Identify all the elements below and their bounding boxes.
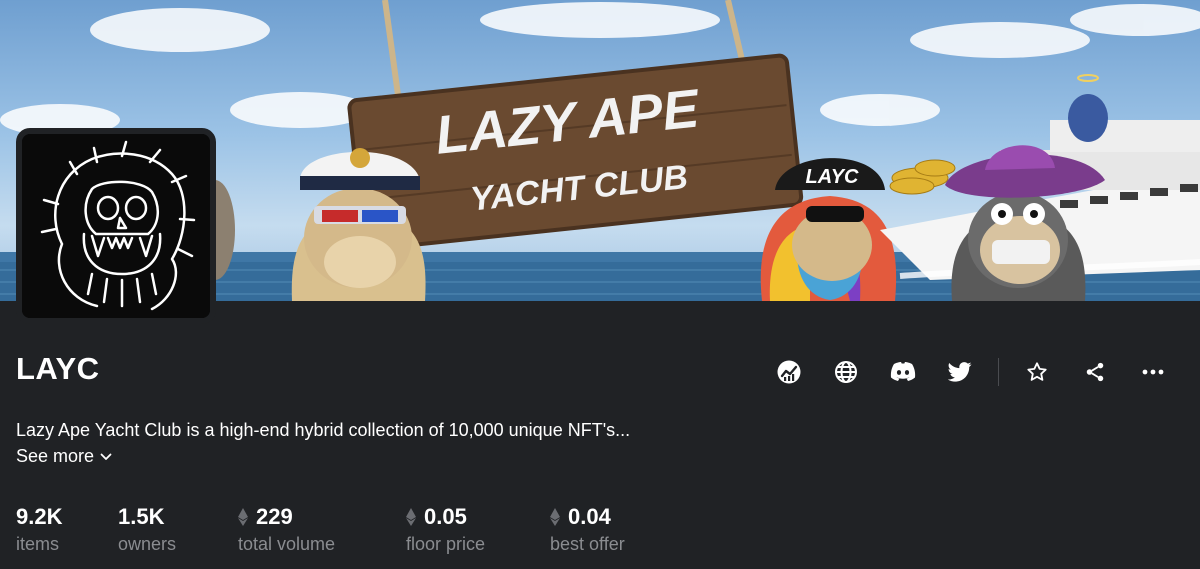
collection-actions bbox=[760, 349, 1190, 395]
collection-avatar bbox=[16, 128, 216, 324]
activity-chart-icon bbox=[777, 360, 801, 384]
star-icon bbox=[1027, 362, 1047, 381]
see-more-link[interactable]: See more bbox=[16, 446, 112, 467]
stat-owners-label: owners bbox=[118, 534, 177, 554]
chevron-down-icon bbox=[100, 453, 112, 460]
website-button[interactable] bbox=[823, 349, 869, 395]
collection-description: Lazy Ape Yacht Club is a high-end hybrid… bbox=[16, 420, 631, 440]
stat-total-volume-label: total volume bbox=[238, 534, 336, 554]
stat-best-offer[interactable]: 0.04 best offer bbox=[550, 504, 625, 555]
see-more-label: See more bbox=[16, 446, 95, 466]
banner-cap-text: LAYC bbox=[806, 166, 860, 188]
discord-icon bbox=[890, 362, 916, 381]
stat-best-offer-value: 0.04 bbox=[568, 504, 611, 529]
ape-skull-logo-icon bbox=[22, 134, 210, 318]
ethereum-icon bbox=[550, 508, 560, 526]
share-icon bbox=[1086, 362, 1104, 382]
twitter-button[interactable] bbox=[937, 349, 983, 395]
activity-button[interactable] bbox=[766, 349, 812, 395]
favorite-button[interactable] bbox=[1014, 349, 1060, 395]
stat-total-volume-value: 229 bbox=[256, 504, 293, 529]
more-options-button[interactable] bbox=[1130, 349, 1176, 395]
stat-items-value: 9.2K bbox=[16, 504, 63, 529]
stat-items[interactable]: 9.2K items bbox=[16, 504, 62, 555]
stat-items-label: items bbox=[16, 534, 60, 554]
stat-floor-price[interactable]: 0.05 floor price bbox=[406, 504, 485, 555]
globe-icon bbox=[835, 361, 857, 383]
collection-title: LAYC bbox=[16, 351, 100, 386]
stat-floor-price-value: 0.05 bbox=[424, 504, 467, 529]
more-icon bbox=[1142, 369, 1164, 375]
stat-best-offer-label: best offer bbox=[550, 534, 625, 554]
stat-owners[interactable]: 1.5K owners bbox=[118, 504, 176, 555]
actions-divider bbox=[998, 358, 999, 386]
stat-floor-price-label: floor price bbox=[406, 534, 486, 554]
ethereum-icon bbox=[406, 508, 416, 526]
discord-button[interactable] bbox=[880, 349, 926, 395]
share-button[interactable] bbox=[1072, 349, 1118, 395]
twitter-icon bbox=[948, 362, 972, 382]
stat-total-volume[interactable]: 229 total volume bbox=[238, 504, 335, 555]
stat-owners-value: 1.5K bbox=[118, 504, 165, 529]
ethereum-icon bbox=[238, 508, 248, 526]
